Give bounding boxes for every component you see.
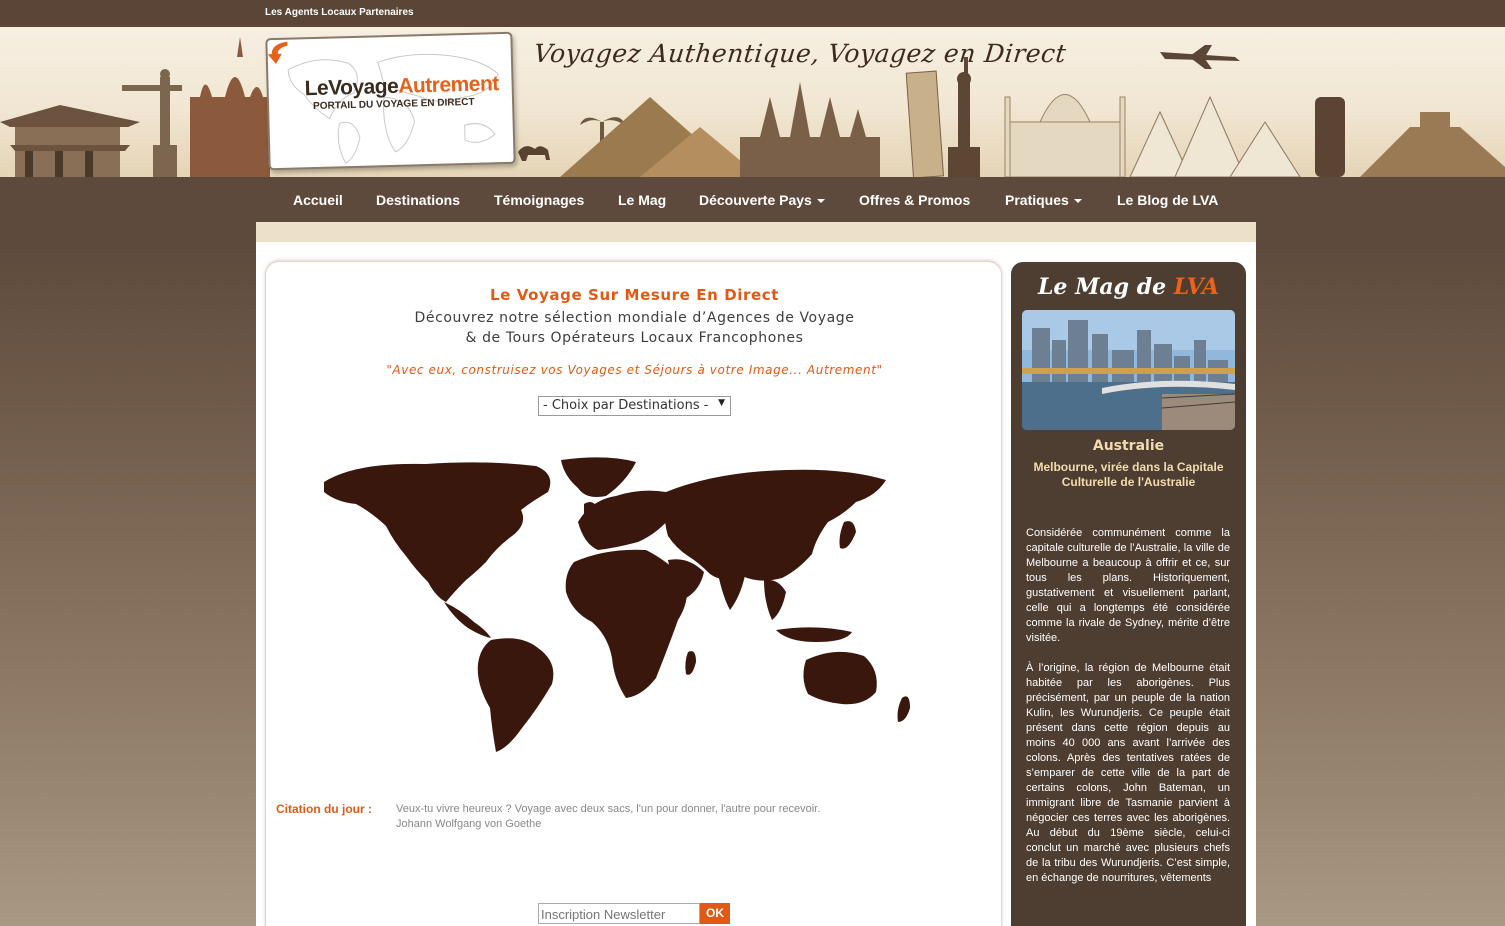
nav-offres-promos[interactable]: Offres & Promos — [859, 192, 970, 208]
main-quote: "Avec eux, construisez vos Voyages et Sé… — [386, 363, 883, 377]
nav-label: Offres & Promos — [859, 192, 971, 208]
map-se-asia — [764, 579, 786, 620]
article-headline[interactable]: Melbourne, virée dans la Capitale Cultur… — [1031, 460, 1226, 490]
mag-title: Le Mag de LVA — [1011, 274, 1246, 300]
article-paragraph-1: Considérée communément comme la capitale… — [1026, 527, 1230, 644]
nav-underline-strip — [256, 222, 1256, 242]
nav-label: Témoignages — [494, 192, 585, 208]
main-intro-line-2: & de Tours Opérateurs Locaux Francophone… — [465, 330, 804, 346]
main-intro-line-1: Découvrez notre sélection mondiale d’Age… — [414, 310, 855, 326]
destination-select-value: - Choix par Destinations - — [543, 398, 709, 413]
map-central-america — [444, 602, 491, 638]
newsletter-ok-button[interactable]: OK — [700, 903, 730, 924]
nav-label: Le Blog de LVA — [1117, 192, 1219, 208]
map-madagascar — [685, 651, 696, 675]
world-map[interactable] — [316, 452, 936, 752]
logo-text-part1: LeVoyage — [304, 74, 399, 101]
map-south-america — [477, 638, 554, 752]
main-panel: Le Voyage Sur Mesure En Direct Découvrez… — [265, 261, 1002, 926]
map-africa — [565, 549, 687, 698]
nav-label: Découverte Pays — [699, 192, 812, 208]
site-logo[interactable]: LeVoyageAutrement PORTAIL DU VOYAGE EN D… — [265, 31, 516, 171]
logo-text-part2: Autrement — [397, 72, 500, 98]
main-nav: Accueil Destinations Témoignages Le Mag … — [256, 177, 1256, 222]
citation-author: Johann Wolfgang von Goethe — [396, 818, 542, 830]
nav-pratiques[interactable]: Pratiques — [1005, 192, 1082, 208]
nav-label: Le Mag — [618, 192, 667, 208]
map-north-america — [324, 462, 551, 602]
citation-text: Veux-tu vivre heureux ? Voyage avec deux… — [396, 802, 916, 832]
nav-accueil[interactable]: Accueil — [293, 192, 343, 208]
nav-le-mag[interactable]: Le Mag — [618, 192, 666, 208]
main-title: Le Voyage Sur Mesure En Direct — [489, 286, 780, 304]
logo-arrow-icon — [267, 41, 288, 64]
map-europe — [578, 490, 672, 550]
newsletter-input[interactable] — [538, 903, 700, 924]
top-bar: Les Agents Locaux Partenaires — [0, 0, 1505, 27]
nav-label: Destinations — [376, 192, 461, 208]
nav-label: Accueil — [293, 192, 343, 208]
article-country[interactable]: Australie — [1011, 438, 1246, 454]
map-new-zealand — [897, 696, 910, 722]
article-body: Considérée communément comme la capitale… — [1026, 526, 1230, 901]
melbourne-skyline-image — [1022, 310, 1235, 430]
citation-quote: Veux-tu vivre heureux ? Voyage avec deux… — [396, 803, 821, 815]
citation-label: Citation du jour : — [276, 802, 372, 816]
nav-decouverte-pays[interactable]: Découverte Pays — [699, 192, 825, 208]
map-indonesia — [776, 627, 852, 642]
dropdown-arrow-icon: ▼ — [718, 398, 725, 408]
chevron-down-icon — [816, 199, 825, 204]
chevron-down-icon — [1073, 199, 1082, 204]
map-greenland — [561, 457, 636, 497]
mag-title-prefix: Le Mag de — [1037, 274, 1167, 300]
mag-side-panel: Le Mag de LVA Australie Melbourne, virée… — [1011, 262, 1246, 926]
site-slogan: Voyagez Authentique, Voyagez en Direct — [532, 39, 1068, 68]
map-australia — [803, 651, 877, 705]
map-japan — [839, 521, 856, 549]
map-india — [716, 563, 746, 610]
nav-label: Pratiques — [1005, 192, 1069, 208]
nav-destinations[interactable]: Destinations — [376, 192, 460, 208]
header-banner: LeVoyageAutrement PORTAIL DU VOYAGE EN D… — [0, 27, 1505, 177]
nav-temoignages[interactable]: Témoignages — [494, 192, 584, 208]
destination-select[interactable]: - Choix par Destinations - ▼ — [538, 396, 731, 416]
mag-title-brand: LVA — [1173, 274, 1220, 300]
partner-agents-link[interactable]: Les Agents Locaux Partenaires — [265, 7, 414, 18]
article-photo[interactable] — [1022, 310, 1235, 430]
article-paragraph-2: À l’origine, la région de Melbourne étai… — [1026, 662, 1230, 884]
nav-blog-lva[interactable]: Le Blog de LVA — [1117, 192, 1218, 208]
